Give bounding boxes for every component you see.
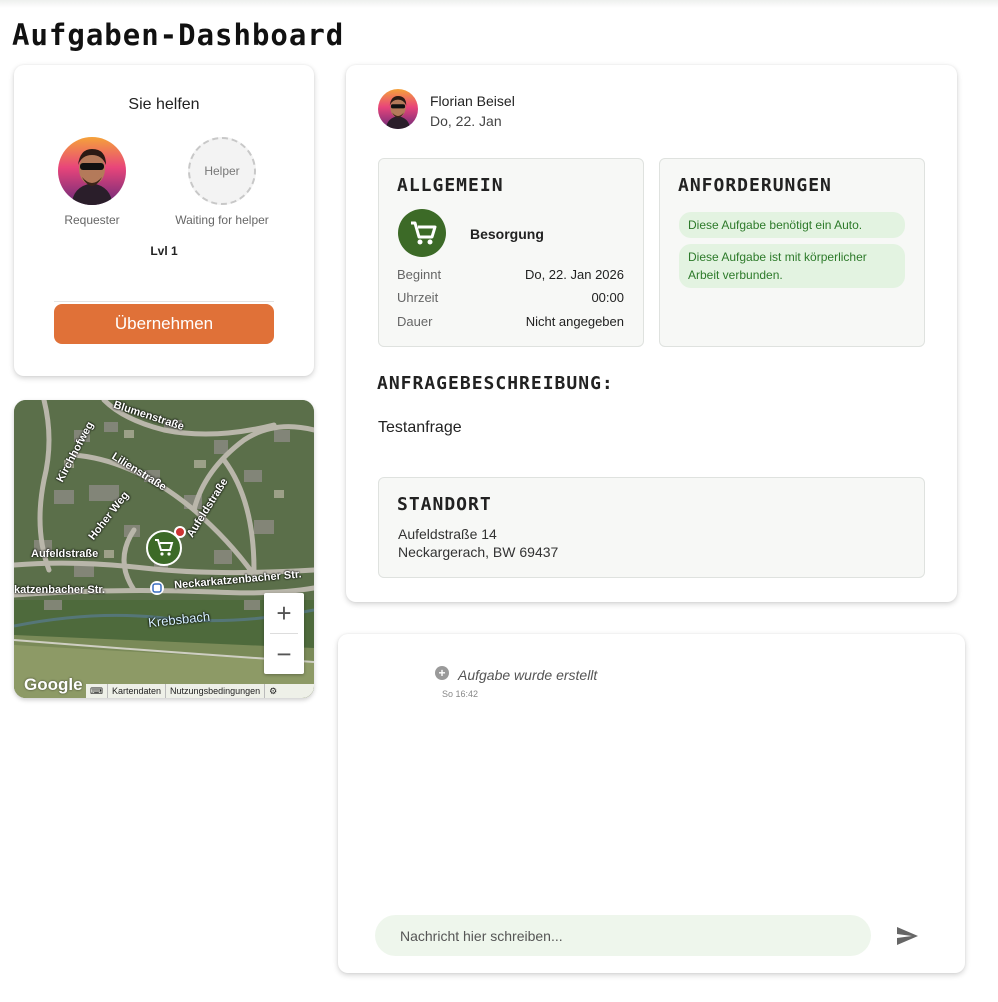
requester-avatar[interactable] [58, 137, 126, 205]
keyboard-shortcuts-icon[interactable]: ⌨ [86, 684, 107, 698]
general-heading: ALLGEMEIN [397, 175, 504, 196]
info-row-start: Beginnt Do, 22. Jan 2026 [397, 267, 624, 285]
helper-card: Sie helfen Helper Requester Waiting for … [14, 65, 314, 376]
info-value: Nicht angegeben [525, 314, 624, 329]
general-section: ALLGEMEIN Besorgung Beginnt Do, 22. Jan … [378, 158, 644, 347]
divider [54, 301, 274, 302]
map-attribution: ⌨ Kartendaten Nutzungsbedingungen ⚙ [86, 684, 314, 698]
requirement-tag: Diese Aufgabe benötigt ein Auto. [679, 212, 905, 238]
location-map[interactable]: Blumenstraße Kirchhofweg Lilienstraße Ho… [14, 400, 314, 698]
task-card: Florian Beisel Do, 22. Jan ALLGEMEIN Bes… [346, 65, 957, 602]
take-over-button[interactable]: Übernehmen [54, 304, 274, 344]
shopping-cart-icon [398, 209, 446, 257]
location-city: Neckargerach, BW 69437 [398, 544, 559, 560]
category-name: Besorgung [470, 226, 544, 242]
send-icon[interactable] [895, 924, 919, 948]
page-title: Aufgaben-Dashboard [12, 18, 345, 52]
requirements-section: ANFORDERUNGEN Diese Aufgabe benötigt ein… [659, 158, 925, 347]
description-text: Testanfrage [378, 419, 462, 436]
helper-placeholder-avatar: Helper [188, 137, 256, 205]
map-data-link[interactable]: Kartendaten [107, 684, 165, 698]
street-label: katzenbacher Str. [14, 584, 106, 596]
info-row-time: Uhrzeit 00:00 [397, 290, 624, 308]
map-zoom-controls: + − [264, 593, 304, 674]
report-issue-icon[interactable]: ⚙ [264, 684, 281, 698]
top-bar [0, 0, 998, 8]
info-label: Uhrzeit [397, 290, 439, 305]
chat-event-message: Aufgabe wurde erstellt [458, 667, 598, 683]
requirement-tag: Diese Aufgabe ist mit körperlicher Arbei… [679, 244, 905, 288]
info-value: 00:00 [591, 290, 624, 305]
chat-event-time: So 16:42 [442, 689, 479, 699]
info-label: Dauer [397, 314, 433, 329]
zoom-out-button[interactable]: − [264, 634, 304, 674]
requirements-heading: ANFORDERUNGEN [678, 175, 832, 196]
info-label: Beginnt [397, 267, 442, 282]
location-heading: STANDORT [397, 494, 492, 515]
info-row-duration: Dauer Nicht angegeben [397, 314, 624, 332]
street-label: Aufeldstraße [31, 548, 99, 560]
helper-status-label: Waiting for helper [175, 213, 269, 227]
add-circle-icon: + [435, 666, 449, 680]
location-street: Aufeldstraße 14 [398, 526, 497, 542]
message-input[interactable] [375, 915, 871, 956]
chat-card: + Aufgabe wurde erstellt So 16:42 [338, 634, 965, 973]
info-value: Do, 22. Jan 2026 [524, 267, 624, 282]
task-date: Do, 22. Jan [430, 113, 502, 129]
level-badge: Lvl 1 [150, 244, 178, 258]
location-section: STANDORT Aufeldstraße 14 Neckargerach, B… [378, 477, 925, 578]
zoom-in-button[interactable]: + [264, 593, 304, 633]
description-heading: ANFRAGEBESCHREIBUNG: [377, 373, 614, 394]
google-logo: Google [24, 675, 83, 694]
author-name[interactable]: Florian Beisel [430, 93, 515, 109]
terms-link[interactable]: Nutzungsbedingungen [165, 684, 264, 698]
helper-card-heading: Sie helfen [128, 96, 200, 113]
requester-label: Requester [64, 213, 120, 227]
author-avatar[interactable] [378, 89, 418, 129]
